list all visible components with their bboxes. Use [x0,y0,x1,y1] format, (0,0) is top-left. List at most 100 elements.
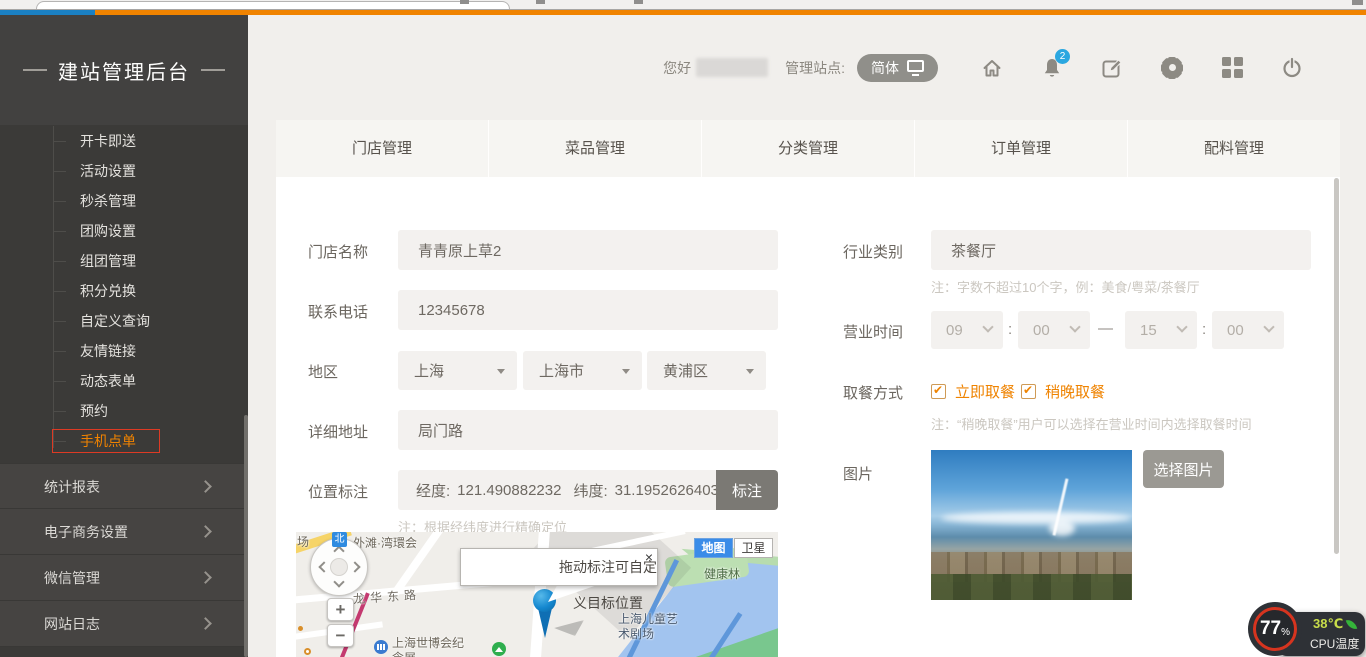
sidebar-item-team-manage[interactable]: 组团管理 [0,246,248,276]
open-hour-select[interactable]: 09 [931,311,1003,349]
logout-button[interactable] [1280,55,1304,81]
location-input[interactable]: 经度: 121.490882232 纬度: 31.1952626403 标注 [398,470,778,510]
time-range-dash: — [1098,320,1113,337]
store-name-value: 青青原上草2 [418,240,501,261]
language-site-button[interactable]: 简体 [857,54,938,82]
caret-down-icon [746,369,754,374]
tab-order-management[interactable]: 订单管理 [914,120,1127,177]
section-label: 统计报表 [44,479,100,495]
sidebar: 建站管理后台 开卡即送 活动设置 秒杀管理 团购设置 组团管理 积分兑换 自定义… [0,15,248,657]
store-name-input[interactable]: 青青原上草2 [398,230,778,270]
edit-button[interactable] [1100,55,1124,81]
zoom-in-button[interactable]: + [327,598,354,621]
chevron-right-icon [199,525,212,538]
sidebar-section-statistics[interactable]: 统计报表 [0,463,248,509]
province-value: 上海 [414,360,444,381]
pan-center-knob[interactable] [330,558,348,576]
sidebar-section-wechat[interactable]: 微信管理 [0,555,248,601]
screen: 建站管理后台 开卡即送 活动设置 秒杀管理 团购设置 组团管理 积分兑换 自定义… [0,0,1366,657]
longitude-value: 121.490882232 [457,482,561,499]
pan-left-icon[interactable] [318,561,329,572]
pickup-option-later[interactable]: 稍晚取餐 [1021,381,1105,402]
address-input[interactable]: 局门路 [398,410,778,450]
sidebar-item-friend-links[interactable]: 友情链接 [0,336,248,366]
notifications-button[interactable]: 2 [1040,55,1064,81]
home-button[interactable] [980,55,1004,81]
tab-ingredient-management[interactable]: 配料管理 [1127,120,1340,177]
choose-image-button[interactable]: 选择图片 [1143,450,1224,488]
settings-button[interactable] [1160,55,1184,81]
apps-button[interactable] [1220,55,1244,81]
address-bar[interactable] [36,1,510,9]
map-label-park: 健康林 [704,565,740,582]
checkbox-later-pickup[interactable] [1021,384,1036,399]
open-minute-select[interactable]: 00 [1018,311,1090,349]
sidebar-scrollbar[interactable] [244,415,248,657]
browser-icon-fragment [634,0,643,4]
tab-store-management[interactable]: 门店管理 [276,120,488,177]
sidebar-item-label: 积分兑换 [80,283,136,299]
tab-dish-management[interactable]: 菜品管理 [488,120,701,177]
close-minute-select[interactable]: 00 [1212,311,1284,349]
content-scrollbar[interactable] [1334,178,1339,554]
sidebar-item-flash-sale[interactable]: 秒杀管理 [0,186,248,216]
sidebar-item-reservation[interactable]: 预约 [0,396,248,426]
cpu-temp-widget[interactable]: 77 % 38℃ CPU温度 [1253,608,1365,657]
pickup-option-immediate[interactable]: 立即取餐 [931,381,1015,402]
checkbox-immediate-pickup[interactable] [931,384,946,399]
sidebar-item-mobile-ordering[interactable]: 手机点单 [0,426,248,456]
sidebar-item-label: 自定义查询 [80,313,150,329]
map-pin[interactable] [533,589,556,612]
district-select[interactable]: 黄浦区 [647,351,766,390]
maptype-satellite-button[interactable]: 卫星 [734,538,773,558]
sidebar-section-site-log[interactable]: 网站日志 [0,601,248,647]
pan-up-icon[interactable] [333,545,344,556]
close-hour-select[interactable]: 15 [1125,311,1197,349]
tab-category-management[interactable]: 分类管理 [701,120,914,177]
industry-input[interactable]: 茶餐厅 [931,230,1311,270]
industry-label: 行业类别 [843,241,903,262]
map-tooltip: 拖动标注可自定义目标位置 × [460,548,658,586]
sidebar-item-card-gift[interactable]: 开卡即送 [0,126,248,156]
time-colon: : [1008,321,1012,338]
cpu-percent-unit: % [1281,627,1290,638]
manage-site-label: 管理站点: [785,58,845,78]
cpu-temp-label: CPU温度 [1310,635,1359,652]
pickup-note: 注：“稍晚取餐”用户可以选择在营业时间内选择取餐时间 [931,414,1252,433]
username-redacted [696,58,768,77]
sidebar-item-points-exchange[interactable]: 积分兑换 [0,276,248,306]
pan-right-icon[interactable] [349,561,360,572]
sidebar-item-dynamic-form[interactable]: 动态表单 [0,366,248,396]
phone-label: 联系电话 [308,301,368,322]
sidebar-item-label: 友情链接 [80,343,136,359]
latitude-label: 纬度: [573,480,607,501]
sidebar-item-activity-settings[interactable]: 活动设置 [0,156,248,186]
latitude-value: 31.1952626403 [615,482,719,499]
city-select[interactable]: 上海市 [523,351,642,390]
caret-down-icon [622,369,630,374]
chevron-down-icon [1176,321,1187,332]
phone-input[interactable]: 12345678 [398,290,778,330]
sidebar-item-custom-query[interactable]: 自定义查询 [0,306,248,336]
title-dash-left [23,69,47,71]
mark-location-button[interactable]: 标注 [716,470,778,510]
industry-value: 茶餐厅 [951,240,996,261]
north-button[interactable]: 北 [332,532,347,547]
power-icon [1280,55,1304,80]
industry-note: 注：字数不超过10个字，例：美食/粤菜/茶餐厅 [931,277,1200,296]
cpu-temp-value: 38℃ [1313,616,1343,632]
province-select[interactable]: 上海 [398,351,517,390]
language-label: 简体 [871,58,899,78]
sidebar-section-ecommerce[interactable]: 电子商务设置 [0,509,248,555]
close-icon[interactable]: × [645,549,653,565]
zoom-out-button[interactable]: − [327,624,354,647]
map-widget[interactable]: 场 外滩·湾環会 龙华东路 健康林 上海儿童艺术剧场 上海世博会纪念展 ♪ 拖动… [296,532,778,657]
module-tabs: 门店管理 菜品管理 分类管理 订单管理 配料管理 [276,120,1340,177]
phone-value: 12345678 [418,302,485,319]
maptype-map-button[interactable]: 地图 [694,538,733,558]
pan-down-icon[interactable] [333,576,344,587]
sidebar-item-group-buy[interactable]: 团购设置 [0,216,248,246]
sidebar-item-label: 组团管理 [80,253,136,269]
photo-cloud [941,512,1131,524]
image-label: 图片 [843,463,873,484]
